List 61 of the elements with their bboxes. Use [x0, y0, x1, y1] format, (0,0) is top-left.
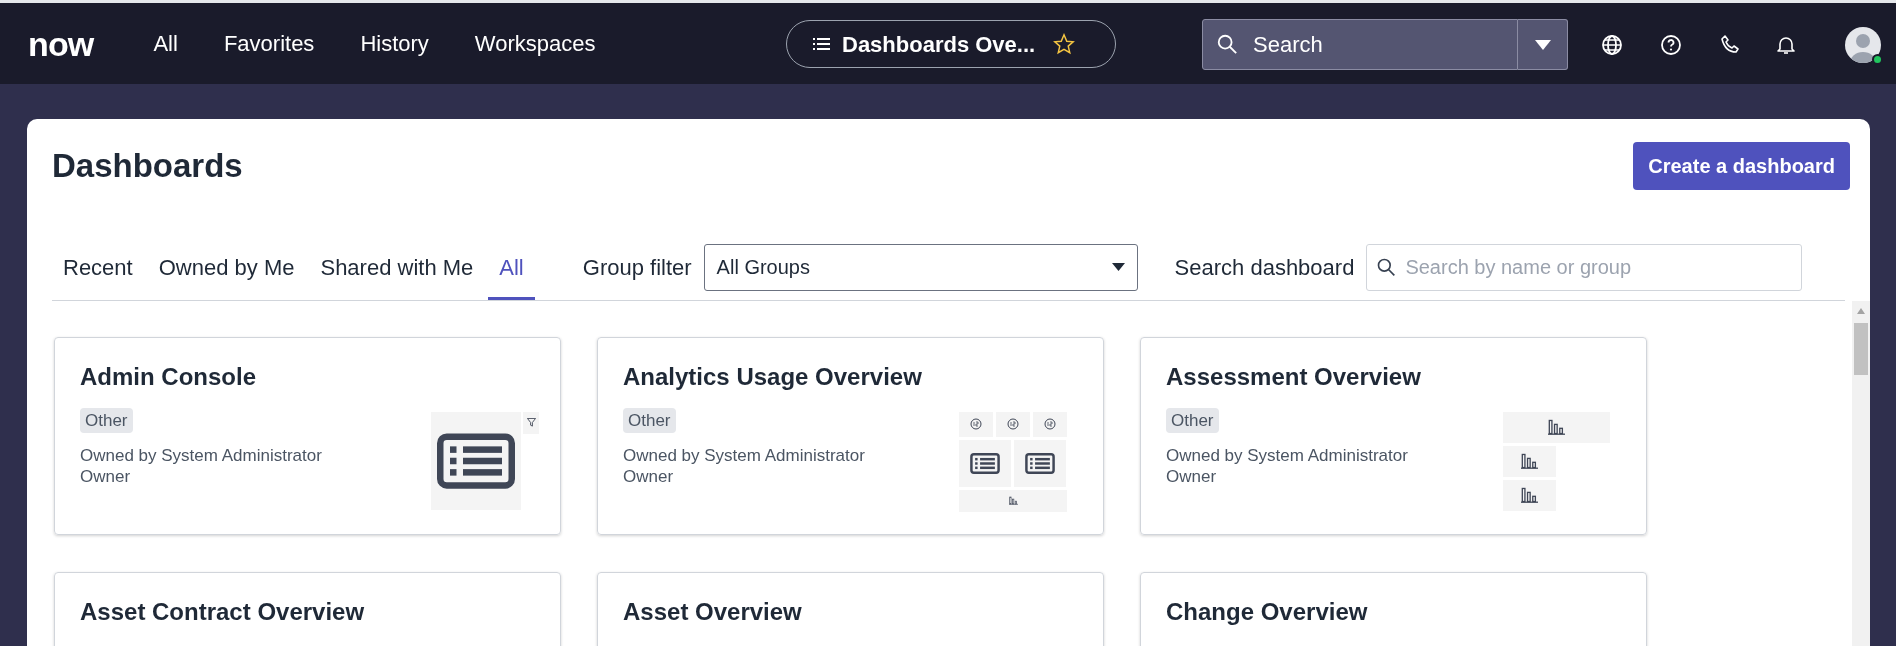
role-text: Owner	[1166, 465, 1218, 487]
tab[interactable]: All	[488, 234, 535, 300]
search-icon	[1376, 256, 1397, 277]
dashboard-card[interactable]: Analytics Usage Overview Other Owned by System Administrator Owner	[597, 336, 1104, 535]
help-icon[interactable]	[1659, 33, 1683, 57]
category-tag: Other	[623, 407, 676, 433]
number-icon	[1044, 418, 1056, 430]
search-dashboard-field[interactable]: Search by name or group	[1366, 243, 1803, 291]
card-title: Change Overview	[1166, 596, 1369, 627]
scrollbar[interactable]	[1852, 300, 1870, 646]
search-dropdown-button[interactable]	[1518, 19, 1568, 70]
page-title: Dashboards	[52, 146, 243, 186]
dashboard-card[interactable]: Change Overview	[1140, 571, 1647, 646]
number-icon	[970, 418, 982, 430]
group-filter-select[interactable]: All Groups	[703, 243, 1138, 291]
list-icon	[970, 452, 1000, 474]
role-text: Owner	[623, 465, 675, 487]
search-icon	[1216, 33, 1238, 55]
list-icon	[1025, 452, 1055, 474]
globe-icon[interactable]	[1600, 33, 1624, 57]
dashboard-card[interactable]: Assessment Overview Other Owned by System Administrator Owner	[1140, 336, 1647, 535]
context-title: Dashboards Ove...	[842, 30, 1036, 59]
bar-chart-icon	[1521, 487, 1538, 503]
caret-icon	[1111, 263, 1125, 271]
tab[interactable]: Shared with Me	[309, 234, 485, 300]
nav-link[interactable]: Workspaces	[474, 27, 596, 60]
category-tag: Other	[80, 407, 133, 433]
owner-text: Owned by System Administrator	[1166, 444, 1409, 466]
owner-text: Owned by System Administrator	[623, 444, 866, 466]
star-icon[interactable]	[1053, 33, 1076, 55]
number-icon	[1007, 418, 1019, 430]
card-title: Assessment Overview	[1166, 361, 1422, 392]
dashboard-card[interactable]: Asset Overview	[597, 571, 1104, 646]
card-title: Analytics Usage Overview	[623, 361, 923, 392]
category-tag: Other	[1166, 407, 1219, 433]
search-dashboard-label: Search dashboard	[1174, 253, 1355, 282]
filter-icon	[526, 418, 536, 427]
list-icon	[437, 432, 515, 489]
create-dashboard-button[interactable]: Create a dashboard	[1633, 141, 1850, 190]
card-title: Asset Overview	[623, 596, 803, 627]
avatar[interactable]	[1845, 27, 1881, 63]
bar-chart-icon	[1548, 419, 1565, 435]
group-filter-label: Group filter	[582, 253, 692, 282]
card-title: Admin Console	[80, 361, 257, 392]
role-text: Owner	[80, 465, 132, 487]
bar-chart-icon	[1008, 496, 1018, 505]
tab[interactable]: Owned by Me	[147, 234, 306, 300]
tab[interactable]: Recent	[52, 234, 144, 300]
dashboard-card[interactable]: Asset Contract Overview	[54, 571, 561, 646]
caret-icon	[1534, 39, 1551, 50]
search-field[interactable]: Search	[1202, 19, 1518, 70]
logo[interactable]: now	[28, 26, 94, 61]
owner-text: Owned by System Administrator	[80, 444, 323, 466]
list-icon	[813, 37, 830, 51]
scrollbar-thumb[interactable]	[1854, 322, 1868, 375]
dashboard-card[interactable]: Admin Console Other Owned by System Administrator Owner	[54, 336, 561, 535]
nav-link[interactable]: All	[153, 27, 178, 60]
bar-chart-icon	[1521, 453, 1538, 469]
nav-link[interactable]: Favorites	[223, 27, 315, 60]
card-title: Asset Contract Overview	[80, 596, 366, 627]
nav-link[interactable]: History	[360, 27, 429, 60]
